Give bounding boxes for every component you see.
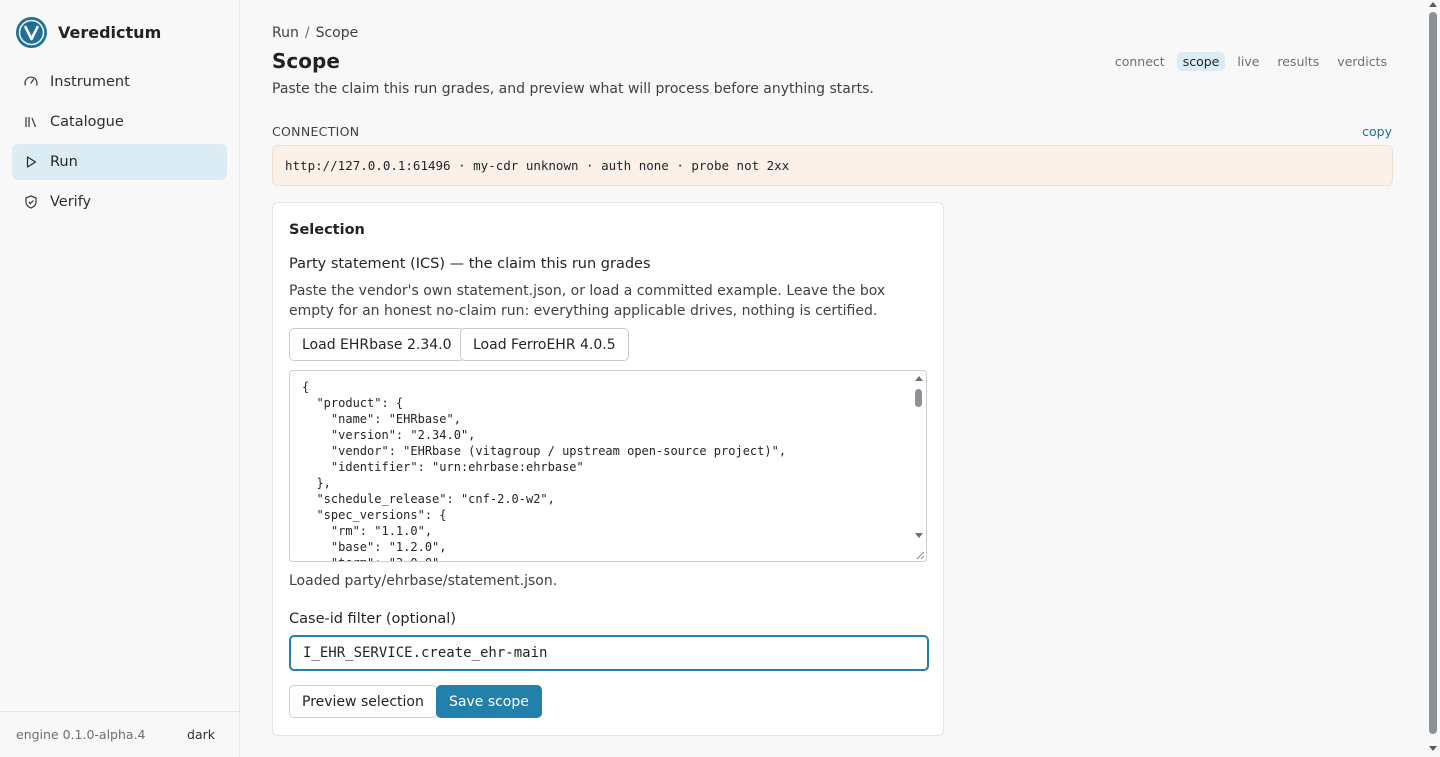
play-icon bbox=[23, 154, 39, 170]
scroll-down-icon[interactable] bbox=[915, 533, 923, 538]
scroll-up-icon[interactable] bbox=[915, 376, 923, 381]
connection-text: http://127.0.0.1:61496 · my-cdr unknown … bbox=[285, 158, 790, 173]
preview-selection-button[interactable]: Preview selection bbox=[289, 685, 437, 718]
step-connect[interactable]: connect bbox=[1109, 52, 1171, 71]
sidebar-item-label: Run bbox=[50, 154, 78, 170]
sidebar-item-label: Instrument bbox=[50, 74, 130, 90]
page-scrollbar[interactable] bbox=[1426, 0, 1440, 757]
filter-label: Case-id filter (optional) bbox=[289, 611, 456, 627]
step-live[interactable]: live bbox=[1231, 52, 1265, 71]
resize-grip-icon[interactable] bbox=[913, 548, 925, 560]
statement-editor-content: { "product": { "name": "EHRbase", "versi… bbox=[302, 380, 787, 561]
sidebar: Veredictum Instrument Catalogue Run Veri… bbox=[0, 0, 240, 757]
gauge-icon bbox=[23, 74, 39, 90]
statement-label: Party statement (ICS) — the claim this r… bbox=[289, 256, 651, 272]
copy-connection-button[interactable]: copy bbox=[1362, 124, 1392, 139]
brand[interactable]: Veredictum bbox=[16, 16, 161, 48]
sidebar-item-verify[interactable]: Verify bbox=[12, 184, 227, 220]
editor-scroll-thumb[interactable] bbox=[915, 389, 922, 407]
page-scroll-down-icon[interactable] bbox=[1429, 746, 1437, 751]
page-subtitle: Paste the claim this run grades, and pre… bbox=[272, 81, 874, 97]
main-content: Run / Scope Scope Paste the claim this run… bbox=[240, 0, 1426, 757]
selection-title: Selection bbox=[289, 222, 365, 238]
breadcrumb-scope: Scope bbox=[315, 25, 359, 41]
step-scope[interactable]: scope bbox=[1176, 52, 1226, 71]
step-nav: connect scope live results verdicts bbox=[1109, 52, 1393, 71]
case-id-filter-input[interactable] bbox=[289, 635, 929, 671]
sidebar-footer: engine 0.1.0-alpha.4 dark bbox=[0, 711, 239, 757]
selection-card: Selection Party statement (ICS) — the cl… bbox=[272, 202, 944, 736]
sidebar-nav: Instrument Catalogue Run Verify bbox=[12, 64, 227, 224]
statement-editor[interactable]: { "product": { "name": "EHRbase", "versi… bbox=[289, 370, 927, 562]
library-icon bbox=[23, 114, 39, 130]
connection-label: CONNECTION bbox=[272, 124, 360, 139]
statement-help: Paste the vendor's own statement.json, o… bbox=[289, 283, 886, 319]
breadcrumb-run[interactable]: Run bbox=[272, 25, 299, 41]
step-verdicts[interactable]: verdicts bbox=[1331, 52, 1393, 71]
sidebar-item-catalogue[interactable]: Catalogue bbox=[12, 104, 227, 140]
sidebar-item-instrument[interactable]: Instrument bbox=[12, 64, 227, 100]
load-ferroehr-button[interactable]: Load FerroEHR 4.0.5 bbox=[460, 328, 629, 361]
connection-summary: http://127.0.0.1:61496 · my-cdr unknown … bbox=[272, 145, 1393, 186]
load-ehrbase-button[interactable]: Load EHRbase 2.34.0 bbox=[289, 328, 465, 361]
app-name: Veredictum bbox=[58, 22, 162, 42]
breadcrumb: Run / Scope bbox=[272, 25, 358, 41]
page-scroll-thumb[interactable] bbox=[1429, 12, 1437, 734]
sidebar-item-label: Catalogue bbox=[50, 114, 124, 130]
page-scroll-up-icon[interactable] bbox=[1429, 2, 1437, 7]
shield-check-icon bbox=[23, 194, 39, 210]
load-status: Loaded party/ehrbase/statement.json. bbox=[289, 573, 558, 589]
step-results[interactable]: results bbox=[1271, 52, 1325, 71]
sidebar-item-run[interactable]: Run bbox=[12, 144, 227, 180]
sidebar-item-label: Verify bbox=[50, 194, 92, 210]
page-title: Scope bbox=[272, 49, 340, 73]
save-scope-button[interactable]: Save scope bbox=[436, 685, 542, 718]
breadcrumb-separator: / bbox=[304, 25, 310, 41]
theme-toggle[interactable]: dark bbox=[187, 727, 215, 742]
veredictum-logo-icon bbox=[16, 16, 47, 48]
engine-version: engine 0.1.0-alpha.4 bbox=[16, 727, 146, 742]
